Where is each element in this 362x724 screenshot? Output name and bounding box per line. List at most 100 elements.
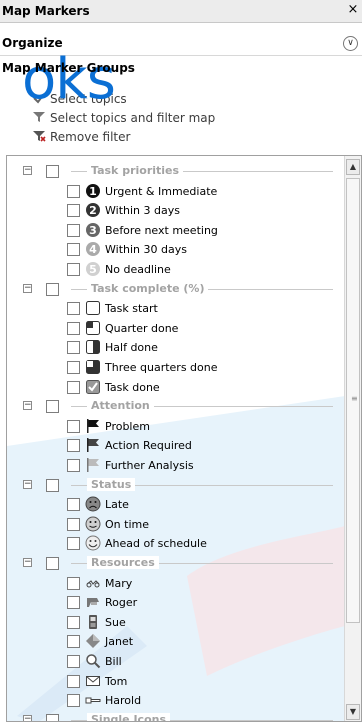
marker-label: Quarter done xyxy=(105,321,179,335)
flag-dark-icon xyxy=(85,437,101,453)
marker-item[interactable]: Ahead of schedule xyxy=(7,534,345,553)
remove-filter-link[interactable]: Remove filter xyxy=(32,130,130,144)
face-sad-icon xyxy=(85,496,101,512)
marker-checkbox[interactable] xyxy=(67,459,80,472)
marker-checkbox[interactable] xyxy=(67,361,80,374)
marker-item[interactable]: 5 No deadline xyxy=(7,260,345,279)
group-row[interactable]: − Resources xyxy=(7,554,345,573)
marker-item[interactable]: 1 Urgent & Immediate xyxy=(7,182,345,201)
scroll-thumb[interactable]: ≡ xyxy=(346,178,360,623)
marker-checkbox[interactable] xyxy=(67,576,80,590)
collapse-toggle[interactable]: − xyxy=(23,714,32,721)
marker-list[interactable]: − Task priorities 1 Urgent & Immediate 2 With… xyxy=(6,155,362,722)
marker-checkbox[interactable] xyxy=(67,243,80,257)
marker-checkbox[interactable] xyxy=(67,302,80,316)
marker-checkbox[interactable] xyxy=(67,204,80,218)
group-checkbox[interactable] xyxy=(46,400,59,414)
marker-checkbox[interactable] xyxy=(67,635,80,649)
marker-checkbox[interactable] xyxy=(67,674,80,688)
marker-checkbox[interactable] xyxy=(67,596,80,610)
marker-item[interactable]: Further Analysis xyxy=(7,456,345,475)
marker-label: Janet xyxy=(105,635,134,649)
marker-checkbox[interactable] xyxy=(67,419,80,433)
marker-checkbox[interactable] xyxy=(67,439,80,453)
marker-item[interactable]: Quarter done xyxy=(7,319,345,338)
marker-checkbox[interactable] xyxy=(67,655,80,668)
marker-label: Sue xyxy=(105,615,126,629)
resource-bill-icon xyxy=(85,653,101,669)
marker-item[interactable]: Sue xyxy=(7,613,345,632)
group-checkbox[interactable] xyxy=(46,165,59,178)
group-title: Resources xyxy=(87,556,159,569)
group-title: Status xyxy=(87,477,136,491)
resource-harold-icon xyxy=(85,692,101,708)
marker-checkbox[interactable] xyxy=(67,223,80,237)
marker-item[interactable]: Task start xyxy=(7,299,345,318)
group-row[interactable]: − Task complete (%) xyxy=(7,280,345,299)
resource-tom-icon xyxy=(85,673,101,689)
marker-label: Before next meeting xyxy=(105,223,218,237)
marker-checkbox[interactable] xyxy=(67,184,80,198)
progress-25-icon xyxy=(85,320,101,336)
priority-1-icon: 1 xyxy=(85,183,101,199)
group-checkbox[interactable] xyxy=(46,557,59,570)
marker-item[interactable]: Three quarters done xyxy=(7,358,345,377)
group-row[interactable]: − Task priorities xyxy=(7,162,345,181)
marker-item[interactable]: 2 Within 3 days xyxy=(7,201,345,220)
map-marker-groups-title: Map Marker Groups xyxy=(2,61,135,75)
marker-checkbox[interactable] xyxy=(67,517,80,531)
marker-item[interactable]: On time xyxy=(7,515,345,534)
scroll-down-button[interactable]: ▼ xyxy=(346,704,360,720)
marker-checkbox[interactable] xyxy=(67,537,80,551)
progress-75-icon xyxy=(85,359,101,375)
group-checkbox[interactable] xyxy=(46,478,59,492)
group-checkbox[interactable] xyxy=(46,713,59,721)
collapse-toggle[interactable]: − xyxy=(23,558,32,567)
marker-item[interactable]: Harold xyxy=(7,691,345,710)
vertical-scrollbar[interactable]: ▲ ≡ ▼ xyxy=(344,156,361,721)
collapse-toggle[interactable]: − xyxy=(23,166,32,175)
marker-item[interactable]: Task done xyxy=(7,378,345,397)
scroll-up-button[interactable]: ▲ xyxy=(346,159,360,175)
group-row[interactable]: − Status xyxy=(7,476,345,495)
group-checkbox[interactable] xyxy=(46,282,59,296)
group-row[interactable]: − Single Icons xyxy=(7,711,345,721)
marker-label: Task done xyxy=(105,380,160,394)
marker-item[interactable]: Roger xyxy=(7,593,345,612)
grip-icon: ≡ xyxy=(351,394,358,403)
collapse-toggle[interactable]: − xyxy=(23,479,32,489)
collapse-toggle[interactable]: − xyxy=(23,401,32,411)
marker-item[interactable]: Tom xyxy=(7,672,345,691)
marker-item[interactable]: 4 Within 30 days xyxy=(7,240,345,259)
marker-item[interactable]: Late xyxy=(7,495,345,514)
marker-checkbox[interactable] xyxy=(67,380,80,394)
marker-checkbox[interactable] xyxy=(67,498,80,512)
marker-label: Action Required xyxy=(105,439,192,453)
marker-item[interactable]: 3 Before next meeting xyxy=(7,221,345,240)
marker-item[interactable]: Half done xyxy=(7,338,345,357)
marker-checkbox[interactable] xyxy=(67,321,80,335)
marker-label: On time xyxy=(105,517,149,531)
marker-checkbox[interactable] xyxy=(67,341,80,355)
marker-checkbox[interactable] xyxy=(67,263,80,276)
chevron-down-icon[interactable]: ∨ xyxy=(343,36,358,51)
marker-item[interactable]: Mary xyxy=(7,574,345,593)
panel-header: Map Markers × xyxy=(0,0,362,23)
panel-title: Map Markers xyxy=(2,4,90,18)
group-row[interactable]: − Attention xyxy=(7,397,345,416)
marker-checkbox[interactable] xyxy=(67,694,80,708)
marker-item[interactable]: Bill xyxy=(7,652,345,671)
marker-item[interactable]: Janet xyxy=(7,632,345,651)
marker-item[interactable]: Action Required xyxy=(7,436,345,455)
marker-label: Harold xyxy=(105,694,142,708)
marker-label: Half done xyxy=(105,341,158,355)
marker-label: Within 3 days xyxy=(105,204,180,218)
marker-label: Mary xyxy=(105,576,133,590)
marker-checkbox[interactable] xyxy=(67,615,80,629)
priority-4-icon: 4 xyxy=(85,241,101,257)
marker-item[interactable]: Problem xyxy=(7,417,345,436)
select-and-filter-link[interactable]: Select topics and filter map xyxy=(32,111,215,125)
resource-mary-icon xyxy=(85,575,101,591)
collapse-toggle[interactable]: − xyxy=(23,283,32,293)
close-icon[interactable]: × xyxy=(346,2,360,17)
